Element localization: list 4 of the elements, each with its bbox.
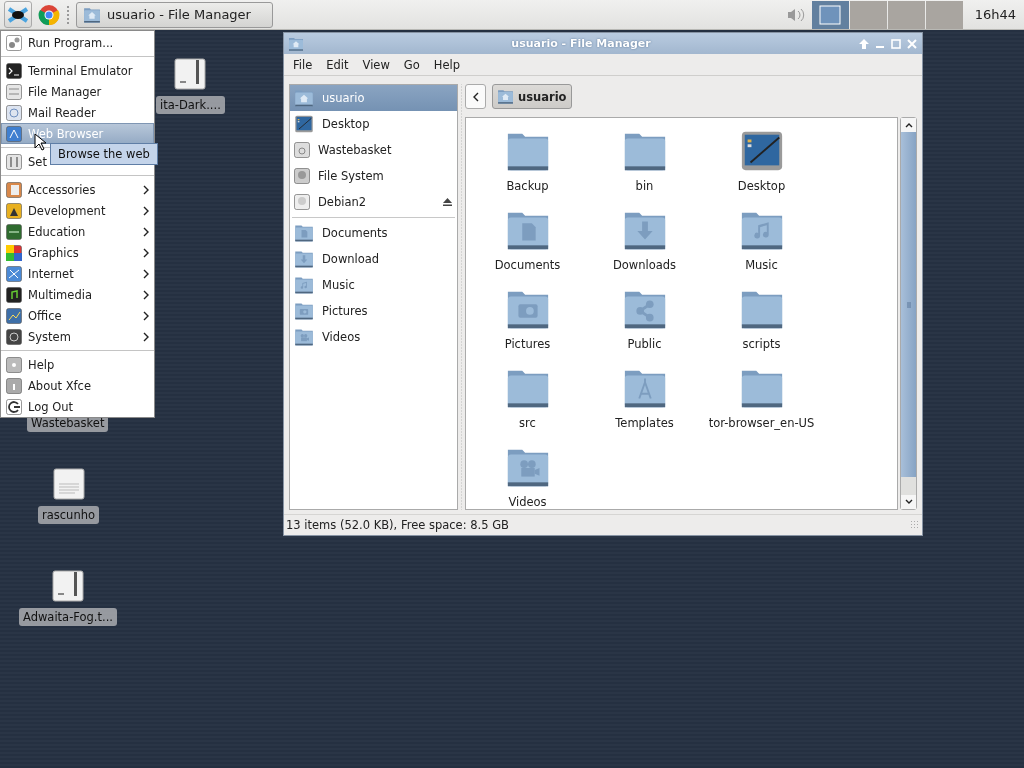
status-text: 13 items (52.0 KB), Free space: 8.5 GB: [286, 518, 509, 532]
window-title: usuario - File Manager: [510, 37, 652, 50]
tooltip: Browse the web: [50, 143, 158, 165]
clock: 16h44: [973, 7, 1017, 22]
